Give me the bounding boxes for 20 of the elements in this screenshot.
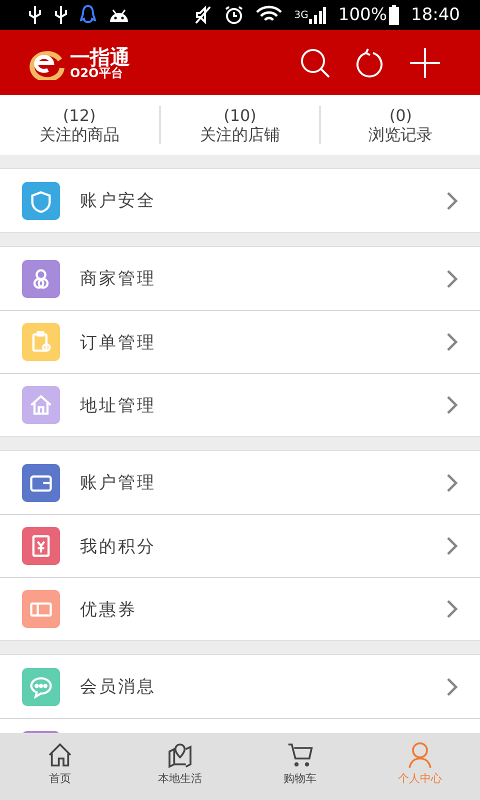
stat-label[interactable]: 关注的店铺 <box>200 125 280 144</box>
stat-label[interactable]: 浏览记录 <box>368 125 433 144</box>
network-type-label: 3G <box>294 10 308 20</box>
menu-item-label[interactable]: 账户管理 <box>80 471 446 494</box>
menu-item-label[interactable]: 我的积分 <box>80 534 446 558</box>
clock-time: 18:40 <box>411 5 460 25</box>
logo-subtitle: O2O平台 <box>70 66 123 78</box>
battery-percent: 100% <box>338 5 387 25</box>
stat-count[interactable]: (0) <box>389 106 412 125</box>
nav-tab-label[interactable]: 本地生活 <box>158 771 202 786</box>
menu-item-label[interactable]: 商家管理 <box>80 267 446 290</box>
nav-tab-label[interactable]: 首页 <box>49 771 71 786</box>
logo-title: 一指通 <box>70 46 130 66</box>
stat-count[interactable]: (10) <box>224 106 256 125</box>
stat-label[interactable]: 关注的商品 <box>39 125 120 144</box>
stat-count[interactable]: (12) <box>62 106 96 125</box>
menu-item-label[interactable]: 优惠券 <box>80 598 446 620</box>
menu-item-label[interactable]: 订单管理 <box>80 330 446 354</box>
menu-item-label[interactable]: 地址管理 <box>80 394 446 416</box>
nav-tab-label[interactable]: 购物车 <box>284 771 316 786</box>
